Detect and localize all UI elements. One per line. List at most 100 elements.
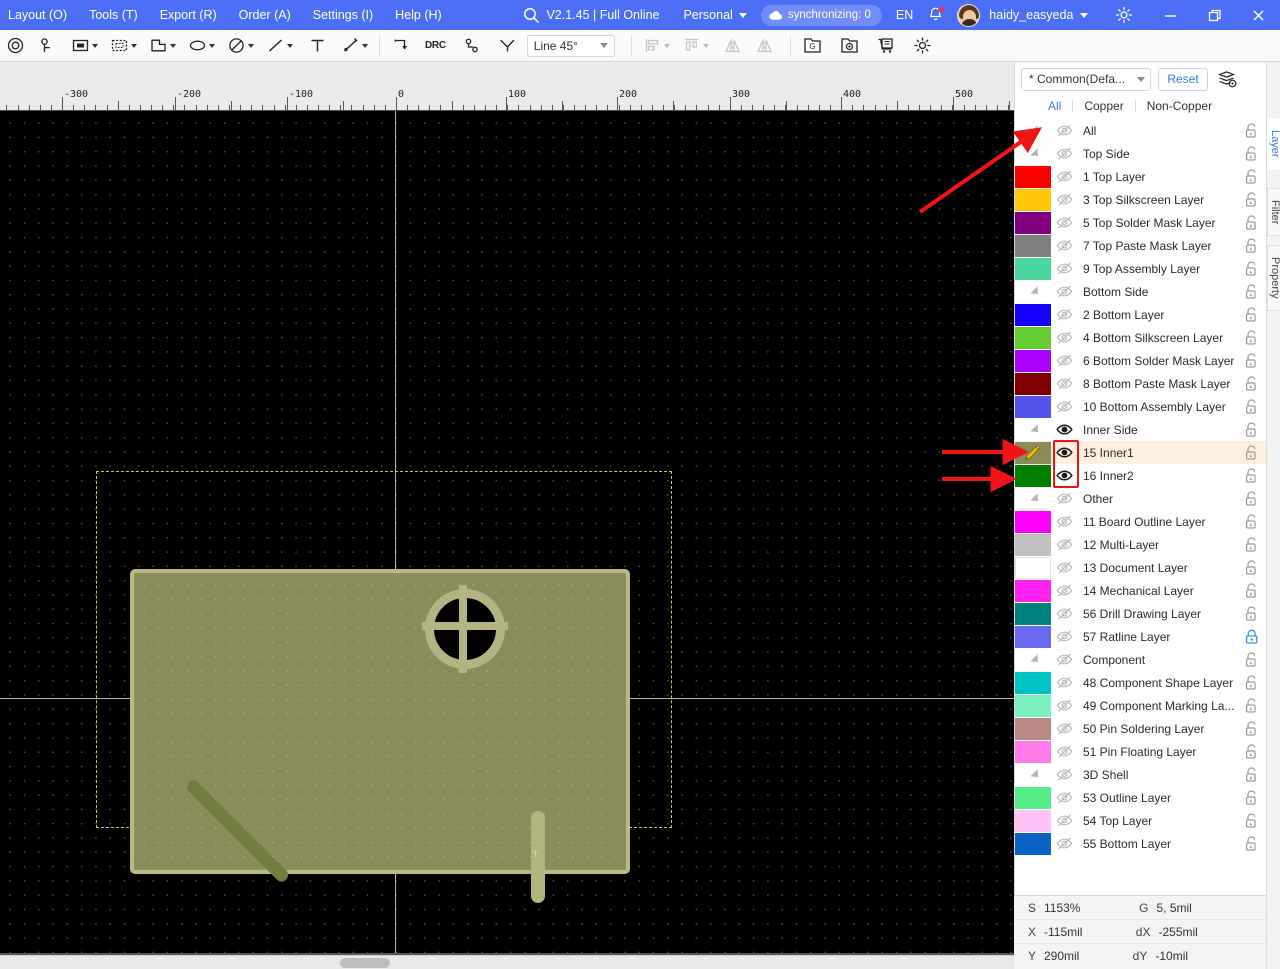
group-collapse-triangle-icon[interactable] xyxy=(1015,488,1051,510)
layer-color-swatch[interactable] xyxy=(1015,786,1051,809)
layer-color-swatch[interactable] xyxy=(1015,832,1051,855)
chevron-down-icon[interactable] xyxy=(248,43,254,48)
layer-group-row[interactable]: Top Side xyxy=(1015,142,1267,165)
menu-settings[interactable]: Settings (I) xyxy=(302,0,384,30)
layer-visibility-eye-icon[interactable] xyxy=(1051,606,1077,621)
board-outline-icon[interactable] xyxy=(68,32,101,60)
chevron-down-icon[interactable] xyxy=(287,43,293,48)
net-icon[interactable] xyxy=(459,32,485,60)
layer-visibility-eye-icon[interactable] xyxy=(1051,169,1077,184)
chevron-down-icon[interactable] xyxy=(131,43,137,48)
layer-row[interactable]: 6 Bottom Solder Mask Layer xyxy=(1015,349,1267,372)
layer-visibility-eye-icon[interactable] xyxy=(1051,399,1077,414)
layer-group-row[interactable]: Component xyxy=(1015,648,1267,671)
layer-row[interactable]: 11 Board Outline Layer xyxy=(1015,510,1267,533)
layer-group-row[interactable]: Inner Side xyxy=(1015,418,1267,441)
layer-lock-icon[interactable] xyxy=(1244,119,1259,142)
layer-group-row[interactable]: 3D Shell xyxy=(1015,763,1267,786)
layer-lock-icon[interactable] xyxy=(1244,740,1259,763)
teardrop-icon[interactable] xyxy=(495,32,521,60)
layer-visibility-eye-icon[interactable] xyxy=(1051,123,1077,138)
line-icon[interactable] xyxy=(263,32,296,60)
layer-lock-icon[interactable] xyxy=(1244,832,1259,855)
layer-lock-icon[interactable] xyxy=(1244,625,1259,648)
layer-row[interactable]: 10 Bottom Assembly Layer xyxy=(1015,395,1267,418)
layer-lock-icon[interactable] xyxy=(1244,717,1259,740)
layer-row[interactable]: 1 Top Layer xyxy=(1015,165,1267,188)
layer-lock-icon[interactable] xyxy=(1244,763,1259,786)
via-pin-icon[interactable] xyxy=(34,32,60,60)
layer-color-swatch[interactable] xyxy=(1015,533,1051,556)
pcb-canvas-area[interactable]: -300 -200 -100 0 100 200 300 400 500 T xyxy=(0,63,1014,969)
layer-color-swatch[interactable] xyxy=(1015,556,1051,579)
layer-lock-icon[interactable] xyxy=(1244,809,1259,832)
menu-help[interactable]: Help (H) xyxy=(384,0,453,30)
layer-lock-icon[interactable] xyxy=(1244,441,1259,464)
layer-color-swatch[interactable] xyxy=(1015,165,1051,188)
layer-lock-icon[interactable] xyxy=(1244,349,1259,372)
chevron-down-icon[interactable] xyxy=(209,43,215,48)
horizontal-scrollbar[interactable] xyxy=(0,955,1014,969)
layer-visibility-eye-icon[interactable] xyxy=(1051,376,1077,391)
layer-group-row[interactable]: Bottom Side xyxy=(1015,280,1267,303)
layer-visibility-eye-icon[interactable] xyxy=(1051,215,1077,230)
layer-visibility-eye-icon[interactable] xyxy=(1051,836,1077,851)
layer-visibility-eye-icon[interactable] xyxy=(1051,514,1077,529)
layer-visibility-eye-icon[interactable] xyxy=(1051,353,1077,368)
layer-color-swatch[interactable] xyxy=(1015,740,1051,763)
layer-row[interactable]: 54 Top Layer xyxy=(1015,809,1267,832)
layer-lock-icon[interactable] xyxy=(1244,211,1259,234)
layer-visibility-eye-icon[interactable] xyxy=(1051,744,1077,759)
layer-visibility-eye-icon[interactable] xyxy=(1051,284,1077,299)
layer-visibility-eye-icon[interactable] xyxy=(1051,330,1077,345)
sync-status-pill[interactable]: synchronizing: 0 xyxy=(760,4,882,26)
layer-list[interactable]: All Top Side 1 Top Layer 3 Top Silkscreen L… xyxy=(1015,119,1267,957)
side-tab-property[interactable]: Property xyxy=(1267,245,1280,311)
layer-color-swatch[interactable] xyxy=(1015,464,1051,487)
order-cart-icon[interactable] xyxy=(873,32,900,60)
layer-row[interactable]: 56 Drill Drawing Layer xyxy=(1015,602,1267,625)
route-icon[interactable] xyxy=(388,32,414,60)
chevron-down-icon[interactable] xyxy=(92,43,98,48)
group-collapse-triangle-icon[interactable] xyxy=(1015,281,1051,303)
restore-icon[interactable] xyxy=(1192,0,1236,30)
layer-visibility-eye-icon[interactable] xyxy=(1051,767,1077,782)
layer-profile-select[interactable]: * Common(Defa... xyxy=(1021,67,1151,91)
layer-visibility-eye-icon[interactable] xyxy=(1051,790,1077,805)
layer-visibility-eye-icon[interactable] xyxy=(1051,238,1077,253)
search-icon[interactable] xyxy=(519,7,545,24)
language-selector[interactable]: EN xyxy=(896,8,913,22)
layer-lock-icon[interactable] xyxy=(1244,395,1259,418)
layer-color-swatch[interactable] xyxy=(1015,303,1051,326)
ellipse-icon[interactable] xyxy=(185,32,218,60)
tab-all[interactable]: All xyxy=(1037,99,1072,113)
close-icon[interactable] xyxy=(1236,0,1280,30)
layer-visibility-eye-icon[interactable] xyxy=(1051,813,1077,828)
layer-visibility-eye-icon[interactable] xyxy=(1051,675,1077,690)
layer-lock-icon[interactable] xyxy=(1244,602,1259,625)
reset-button[interactable]: Reset xyxy=(1158,67,1208,91)
layer-visibility-eye-icon[interactable] xyxy=(1051,721,1077,736)
layer-lock-icon[interactable] xyxy=(1244,533,1259,556)
layer-lock-icon[interactable] xyxy=(1244,694,1259,717)
gerber-export-icon[interactable]: G xyxy=(799,32,826,60)
layer-row[interactable]: 8 Bottom Paste Mask Layer xyxy=(1015,372,1267,395)
layer-lock-icon[interactable] xyxy=(1244,372,1259,395)
pcb-preview-icon[interactable] xyxy=(836,32,863,60)
menu-tools[interactable]: Tools (T) xyxy=(78,0,149,30)
bell-icon[interactable] xyxy=(927,5,946,25)
layer-color-swatch[interactable] xyxy=(1015,188,1051,211)
layer-row[interactable]: 2 Bottom Layer xyxy=(1015,303,1267,326)
layer-visibility-eye-icon[interactable] xyxy=(1051,652,1077,667)
layer-lock-icon[interactable] xyxy=(1244,786,1259,809)
text-icon[interactable] xyxy=(304,32,330,60)
pcb-stage[interactable]: T xyxy=(0,111,1014,969)
tab-non-copper[interactable]: Non-Copper xyxy=(1136,99,1223,113)
layer-lock-icon[interactable] xyxy=(1244,188,1259,211)
minimize-icon[interactable] xyxy=(1148,0,1192,30)
layer-color-swatch[interactable] xyxy=(1015,717,1051,740)
layer-color-swatch[interactable] xyxy=(1015,510,1051,533)
side-tab-layer[interactable]: Layer xyxy=(1267,118,1280,170)
layer-row[interactable]: 13 Document Layer xyxy=(1015,556,1267,579)
layer-row[interactable]: 5 Top Solder Mask Layer xyxy=(1015,211,1267,234)
